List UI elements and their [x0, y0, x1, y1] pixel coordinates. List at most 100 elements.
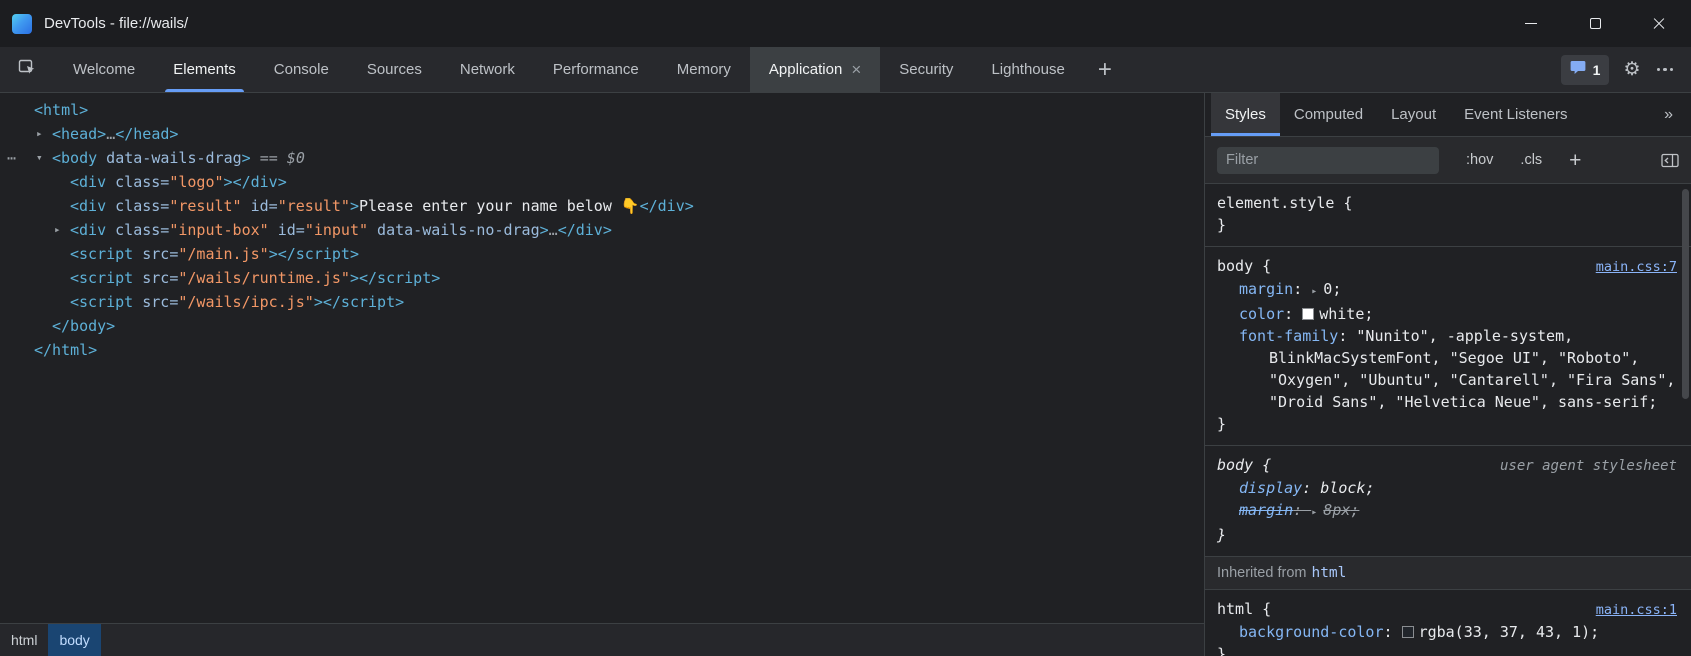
tab-elements[interactable]: Elements [154, 47, 255, 92]
dom-tree-row[interactable]: <div class="result" id="result">Please e… [0, 194, 1204, 218]
css-property[interactable]: background-color: rgba(33, 37, 43, 1); [1217, 621, 1677, 643]
inherited-node-link[interactable]: html [1311, 562, 1346, 584]
rule-selector-line: body { main.css:7 [1217, 255, 1677, 278]
code-token: "result" [169, 197, 241, 215]
new-style-rule-button[interactable]: + [1569, 150, 1581, 171]
add-panel-button[interactable]: + [1084, 47, 1126, 92]
code-token: <body [52, 149, 97, 167]
code-token: "result" [278, 197, 350, 215]
dom-tree-row[interactable]: ⋯▾<body data-wails-drag> == $0 [0, 146, 1204, 170]
rule-selector[interactable]: body [1217, 255, 1253, 277]
style-rule: body { main.css:7margin: ▸ 0;color: white… [1205, 247, 1691, 446]
open-brace: { [1253, 598, 1271, 620]
dom-tree-row[interactable]: <script src="/wails/ipc.js"></script> [0, 290, 1204, 314]
code-token: 👇 [621, 197, 640, 215]
color-swatch[interactable] [1302, 308, 1314, 320]
property-colon: : [1338, 327, 1356, 345]
dom-tree-row[interactable]: ▸<div class="input-box" id="input" data-… [0, 218, 1204, 242]
code-token: "/wails/ipc.js" [178, 293, 313, 311]
dom-tree-row[interactable]: <script src="/main.js"></script> [0, 242, 1204, 266]
expand-arrow-icon[interactable]: ▸ [54, 218, 61, 242]
toggle-pseudo-class-button[interactable]: :hov [1466, 152, 1493, 168]
stylesheet-link[interactable]: main.css:7 [1596, 256, 1677, 278]
rule-selector[interactable]: element.style [1217, 192, 1334, 214]
sidebar-tab-event-listeners[interactable]: Event Listeners [1450, 93, 1581, 136]
sidebar-tab-layout[interactable]: Layout [1377, 93, 1450, 136]
more-options-icon[interactable] [1655, 64, 1676, 76]
dom-tree-row[interactable]: ▸<head>…</head> [0, 122, 1204, 146]
tab-label: Performance [553, 61, 639, 78]
tab-performance[interactable]: Performance [534, 47, 658, 92]
maximize-button[interactable] [1563, 0, 1627, 47]
code-token: </html> [34, 341, 97, 359]
maximize-icon [1590, 18, 1601, 29]
code-token: <div [70, 197, 106, 215]
stylesheet-origin: user agent stylesheet [1500, 455, 1677, 477]
sidebar-tab-computed[interactable]: Computed [1280, 93, 1377, 136]
shorthand-expand-icon[interactable]: ▸ [1311, 507, 1323, 518]
tab-network[interactable]: Network [441, 47, 534, 92]
rule-selector[interactable]: html [1217, 598, 1253, 620]
settings-gear-icon[interactable]: ⚙ [1623, 60, 1640, 79]
close-button[interactable] [1627, 0, 1691, 47]
code-token: data-wails-drag [97, 149, 242, 167]
css-property[interactable]: font-family: "Nunito", -apple-system, Bl… [1217, 325, 1677, 413]
styles-toolbar: :hov .cls + [1205, 137, 1691, 184]
expand-arrow-icon[interactable]: ▸ [36, 122, 43, 146]
shorthand-expand-icon[interactable]: ▸ [1311, 286, 1323, 297]
dom-tree-row[interactable]: <html> [0, 98, 1204, 122]
css-property[interactable]: color: white; [1217, 303, 1677, 325]
sidebar-toggle-icon[interactable] [1661, 153, 1679, 168]
code-token: == $0 [251, 149, 305, 167]
tab-label: Security [899, 61, 953, 78]
rule-selector[interactable]: body [1217, 454, 1253, 476]
code-token: Please enter your name below [359, 197, 621, 215]
tab-label: Network [460, 61, 515, 78]
inspect-element-button[interactable] [0, 47, 54, 92]
tab-lighthouse[interactable]: Lighthouse [972, 47, 1083, 92]
active-tab-underline [165, 89, 244, 92]
code-token: > [224, 173, 233, 191]
tab-memory[interactable]: Memory [658, 47, 750, 92]
close-tab-icon[interactable]: × [851, 61, 861, 78]
style-rule: html { main.css:1background-color: rgba(3… [1205, 590, 1691, 656]
titlebar[interactable]: DevTools - file://wails/ [0, 0, 1691, 47]
element-class-button[interactable]: .cls [1520, 152, 1542, 168]
styles-scrollbar[interactable] [1681, 185, 1690, 656]
tab-welcome[interactable]: Welcome [54, 47, 154, 92]
scrollbar-thumb[interactable] [1682, 189, 1689, 399]
tab-console[interactable]: Console [255, 47, 348, 92]
minimize-icon [1525, 23, 1537, 24]
stylesheet-link[interactable]: main.css:1 [1596, 599, 1677, 621]
property-name: font-family [1239, 327, 1338, 345]
open-brace: { [1253, 255, 1271, 277]
crumb-html[interactable]: html [0, 624, 48, 656]
tab-security[interactable]: Security [880, 47, 972, 92]
sidebar-tab-styles[interactable]: Styles [1211, 93, 1280, 136]
property-semicolon: ; [1648, 393, 1657, 411]
dom-tree-row[interactable]: </html> [0, 338, 1204, 362]
window-title: DevTools - file://wails/ [44, 15, 188, 32]
dom-tree-row[interactable]: </body> [0, 314, 1204, 338]
minimize-button[interactable] [1499, 0, 1563, 47]
styles-sidebar: StylesComputedLayoutEvent Listeners » :ho… [1205, 93, 1691, 656]
color-swatch[interactable] [1402, 626, 1414, 638]
tab-label: Application [769, 61, 842, 78]
css-property[interactable]: display: block; [1217, 477, 1677, 499]
tab-sources[interactable]: Sources [348, 47, 441, 92]
code-token: id= [242, 197, 278, 215]
tab-label: Sources [367, 61, 422, 78]
feedback-button[interactable]: 1 [1561, 55, 1610, 85]
dom-tree-row[interactable]: <script src="/wails/runtime.js"></script… [0, 266, 1204, 290]
crumb-body[interactable]: body [48, 624, 100, 656]
css-property[interactable]: margin: ▸ 0; [1217, 278, 1677, 303]
expand-arrow-icon[interactable]: ▾ [36, 146, 43, 170]
overflow-tabs-icon[interactable]: » [1652, 93, 1685, 136]
tab-application[interactable]: Application × [750, 47, 880, 92]
row-overflow-icon[interactable]: ⋯ [7, 146, 17, 170]
dom-tree-row[interactable]: <div class="logo"></div> [0, 170, 1204, 194]
rule-selector-line: body {user agent stylesheet [1217, 454, 1677, 477]
filter-input[interactable] [1217, 147, 1439, 174]
css-property[interactable]: margin: ▸ 8px; [1217, 499, 1677, 524]
feedback-bubble-icon [1570, 60, 1586, 80]
